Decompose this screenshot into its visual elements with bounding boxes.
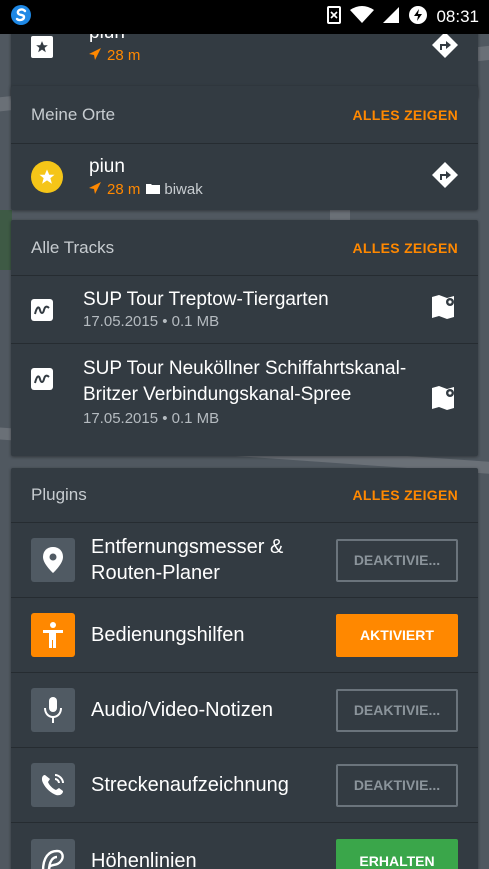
plugin-name: Höhenlinien bbox=[91, 849, 197, 869]
plugin-item[interactable]: Entfernungsmesser & Routen-Planer DEAKTI… bbox=[11, 523, 478, 598]
track-name: SUP Tour Neuköllner Schiffahrtskanal-Bri… bbox=[83, 358, 407, 405]
clock: 08:31 bbox=[436, 7, 479, 26]
vibrate-icon bbox=[326, 5, 342, 29]
app-notification-icon bbox=[10, 4, 32, 31]
track-item[interactable]: SUP Tour Neuköllner Schiffahrtskanal-Bri… bbox=[11, 344, 478, 456]
plugin-name: Streckenaufzeichnung bbox=[91, 774, 289, 796]
folder-label: biwak bbox=[146, 181, 203, 198]
track-info: 17.05.2015 • 0.1 MB bbox=[83, 313, 220, 330]
plugin-item[interactable]: Streckenaufzeichnung DEAKTIVIE... bbox=[11, 748, 478, 823]
navigate-icon[interactable] bbox=[432, 32, 458, 63]
accessibility-icon bbox=[31, 613, 75, 657]
deactivate-button[interactable]: DEAKTIVIE... bbox=[336, 538, 458, 582]
track-recording-icon bbox=[31, 763, 75, 807]
map-icon[interactable] bbox=[430, 384, 458, 417]
activated-button[interactable]: AKTIVIERT bbox=[336, 613, 458, 657]
card-title: Plugins bbox=[31, 485, 87, 504]
place-name: piun bbox=[89, 156, 125, 177]
track-item[interactable]: SUP Tour Treptow-Tiergarten 17.05.2015 •… bbox=[11, 276, 478, 344]
card-header: Plugins ALLES ZEIGEN bbox=[11, 468, 478, 523]
location-pin-icon bbox=[31, 538, 75, 582]
star-icon bbox=[31, 36, 53, 58]
my-places-card: Meine Orte ALLES ZEIGEN piun 28 m biwak bbox=[11, 86, 478, 210]
navigate-icon[interactable] bbox=[432, 161, 458, 193]
place-distance: 28 m bbox=[89, 47, 432, 64]
show-all-button[interactable]: ALLES ZEIGEN bbox=[353, 240, 459, 256]
status-bar: 08:31 bbox=[0, 0, 489, 34]
card-title: Meine Orte bbox=[31, 104, 116, 124]
track-name: SUP Tour Treptow-Tiergarten bbox=[83, 289, 329, 310]
all-tracks-card: Alle Tracks ALLES ZEIGEN SUP Tour Trepto… bbox=[11, 220, 478, 456]
plugin-name: Entfernungsmesser & Routen-Planer bbox=[91, 536, 284, 584]
signal-icon bbox=[382, 6, 400, 29]
data-saver-icon bbox=[408, 5, 428, 30]
plugin-name: Audio/Video-Notizen bbox=[91, 699, 273, 721]
card-header: Meine Orte ALLES ZEIGEN bbox=[11, 86, 478, 144]
place-meta: 28 m biwak bbox=[89, 181, 432, 198]
plugin-name: Bedienungshilfen bbox=[91, 624, 245, 646]
track-icon bbox=[31, 368, 53, 390]
direction-arrow-icon bbox=[89, 181, 101, 198]
direction-arrow-icon bbox=[89, 47, 101, 64]
favorite-star-icon bbox=[31, 161, 63, 193]
plugin-item[interactable]: Höhenlinien ERHALTEN bbox=[11, 823, 478, 869]
show-all-button[interactable]: ALLES ZEIGEN bbox=[353, 107, 459, 123]
folder-icon bbox=[146, 181, 161, 198]
card-title: Alle Tracks bbox=[31, 237, 115, 257]
plugin-item[interactable]: Bedienungshilfen AKTIVIERT bbox=[11, 598, 478, 673]
track-icon bbox=[31, 298, 53, 321]
card-header: Alle Tracks ALLES ZEIGEN bbox=[11, 220, 478, 276]
place-distance: 28 m bbox=[107, 181, 141, 198]
deactivate-button[interactable]: DEAKTIVIE... bbox=[336, 688, 458, 732]
wifi-icon bbox=[350, 5, 375, 29]
contour-lines-icon bbox=[31, 838, 75, 869]
track-info: 17.05.2015 • 0.1 MB bbox=[83, 410, 220, 427]
microphone-icon bbox=[31, 688, 75, 732]
map-icon[interactable] bbox=[430, 293, 458, 326]
plugins-card: Plugins ALLES ZEIGEN Entfernungsmesser &… bbox=[11, 468, 478, 869]
list-item[interactable]: piun 28 m biwak bbox=[11, 144, 478, 210]
plugin-item[interactable]: Audio/Video-Notizen DEAKTIVIE... bbox=[11, 673, 478, 748]
show-all-button[interactable]: ALLES ZEIGEN bbox=[353, 487, 459, 503]
get-button[interactable]: ERHALTEN bbox=[336, 839, 458, 869]
deactivate-button[interactable]: DEAKTIVIE... bbox=[336, 763, 458, 807]
